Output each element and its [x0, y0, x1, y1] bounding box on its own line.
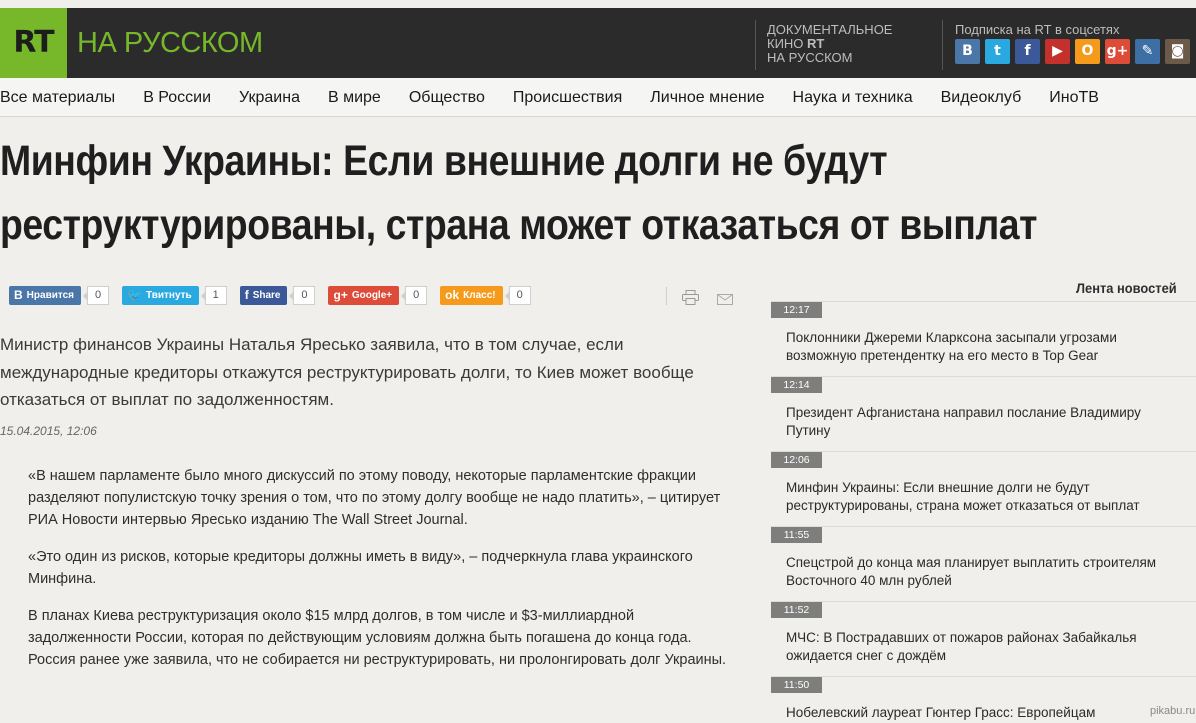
vk-icon: В: [14, 288, 23, 302]
article-paragraph: В планах Киева реструктуризация около $1…: [28, 608, 727, 668]
nav-item[interactable]: В России: [129, 78, 225, 116]
share-count: 0: [504, 286, 531, 305]
news-feed-item[interactable]: 11:50 Нобелевский лауреат Гюнтер Грасс: Е…: [771, 676, 1196, 723]
share-bar: В Нравится 0 🐦 Твитнуть 1 f Share 0 g+ Google+ 0 ok К…: [9, 286, 544, 305]
odnoklassniki-icon: ok: [445, 288, 460, 302]
fb-share-button[interactable]: f Share: [239, 286, 288, 305]
news-feed-title: Лента новостей: [1076, 280, 1177, 296]
instagram-icon[interactable]: ◙: [1165, 39, 1190, 64]
news-time-badge: 11:50: [771, 677, 822, 693]
news-headline-link[interactable]: Президент Афганистана направил послание …: [786, 404, 1181, 440]
facebook-icon: f: [244, 288, 249, 302]
nav-item[interactable]: Все материалы: [0, 78, 129, 116]
doc-line-3: НА РУССКОМ: [767, 50, 853, 65]
print-icon[interactable]: [682, 290, 699, 310]
share-count: 0: [83, 286, 110, 305]
news-time-badge: 11:52: [771, 602, 822, 618]
vk-icon[interactable]: В: [955, 39, 980, 64]
livejournal-icon[interactable]: ✎: [1135, 39, 1160, 64]
news-feed-item[interactable]: 12:14 Президент Афганистана направил посл…: [771, 376, 1196, 451]
news-feed: 12:17 Поклонники Джереми Кларксона засыпа…: [771, 301, 1196, 723]
share-label: Share: [252, 290, 281, 301]
article-body: «В нашем парламенте было много дискуссий…: [28, 465, 728, 686]
main-nav: Все материалы В России Украина В мире Общест…: [0, 78, 1196, 117]
nav-item[interactable]: Общество: [395, 78, 499, 116]
news-feed-item[interactable]: 11:55 Спецстрой до конца мая планирует вы…: [771, 526, 1196, 601]
logo-text[interactable]: НА РУССКОМ: [77, 8, 263, 78]
nav-item[interactable]: ИноТВ: [1035, 78, 1113, 116]
nav-item[interactable]: Наука и техника: [779, 78, 927, 116]
news-time-badge: 12:06: [771, 452, 822, 468]
news-headline-link[interactable]: МЧС: В Пострадавших от пожаров районах З…: [786, 629, 1181, 665]
header-divider: [755, 20, 756, 70]
news-headline-link[interactable]: Минфин Украины: Если внешние долги не бу…: [786, 479, 1181, 515]
nav-item[interactable]: Украина: [225, 78, 314, 116]
ok-class-button[interactable]: ok Класс!: [440, 286, 503, 305]
share-label: Класс!: [463, 290, 496, 301]
nav-item[interactable]: Личное мнение: [636, 78, 778, 116]
news-headline-link[interactable]: Поклонники Джереми Кларксона засыпали уг…: [786, 329, 1181, 365]
article-title: Минфин Украины: Если внешние долги не бу…: [0, 137, 1038, 249]
youtube-icon[interactable]: ▶: [1045, 39, 1070, 64]
site-header: RT НА РУССКОМ ДОКУМЕНТАЛЬНОЕ КИНО RT НА …: [0, 8, 1196, 78]
vk-like-button[interactable]: В Нравится: [9, 286, 82, 305]
watermark: pikabu.ru: [1150, 705, 1196, 717]
email-icon[interactable]: [717, 292, 733, 310]
article-paragraph: «В нашем парламенте было много дискуссий…: [28, 468, 721, 528]
rt-logo[interactable]: RT: [0, 8, 67, 78]
nav-item[interactable]: В мире: [314, 78, 395, 116]
news-time-badge: 11:55: [771, 527, 822, 543]
social-caption: Подписка на RT в соцсетях: [955, 22, 1120, 37]
social-links: Вt f ▶ Оg+ ✎ ◙: [955, 39, 1190, 64]
rt-mini-logo: RT: [807, 36, 825, 51]
news-feed-item[interactable]: 12:06 Минфин Украины: Если внешние долги …: [771, 451, 1196, 526]
news-headline-link[interactable]: Спецстрой до конца мая планирует выплати…: [786, 554, 1181, 590]
news-feed-item[interactable]: 11:52 МЧС: В Пострадавших от пожаров райо…: [771, 601, 1196, 676]
share-divider: [666, 287, 667, 305]
googleplus-icon: g+: [333, 288, 348, 302]
article-paragraph: «Это один из рисков, которые кредиторы д…: [28, 549, 693, 587]
share-label: Нравится: [26, 290, 75, 301]
doc-line-2: КИНО RT: [767, 36, 825, 51]
doc-film-link[interactable]: ДОКУМЕНТАЛЬНОЕ КИНО RT НА РУССКОМ: [767, 23, 892, 65]
share-label: Твитнуть: [145, 290, 192, 301]
nav-item[interactable]: Происшествия: [499, 78, 636, 116]
news-time-badge: 12:17: [771, 302, 822, 318]
twitter-bird-icon: 🐦: [127, 288, 142, 302]
doc-line-1: ДОКУМЕНТАЛЬНОЕ: [767, 22, 893, 37]
share-count: 1: [200, 286, 227, 305]
share-label: Google+: [351, 290, 393, 301]
odnoklassniki-icon[interactable]: О: [1075, 39, 1100, 64]
share-count: 0: [401, 286, 428, 305]
news-headline-link[interactable]: Нобелевский лауреат Гюнтер Грасс: Европе…: [786, 704, 1181, 722]
article-lead: Министр финансов Украины Наталья Яресько…: [0, 335, 694, 409]
twitter-icon[interactable]: t: [985, 39, 1010, 64]
share-count: 0: [289, 286, 316, 305]
googleplus-icon[interactable]: g+: [1105, 39, 1130, 64]
news-time-badge: 12:14: [771, 377, 822, 393]
facebook-icon[interactable]: f: [1015, 39, 1040, 64]
header-divider: [942, 20, 943, 70]
tweet-button[interactable]: 🐦 Твитнуть: [122, 286, 199, 305]
news-feed-item[interactable]: 12:17 Поклонники Джереми Кларксона засыпа…: [771, 301, 1196, 376]
googleplus-button[interactable]: g+ Google+: [328, 286, 400, 305]
nav-item[interactable]: Видеоклуб: [927, 78, 1036, 116]
article-date: 15.04.2015, 12:06: [0, 424, 97, 438]
